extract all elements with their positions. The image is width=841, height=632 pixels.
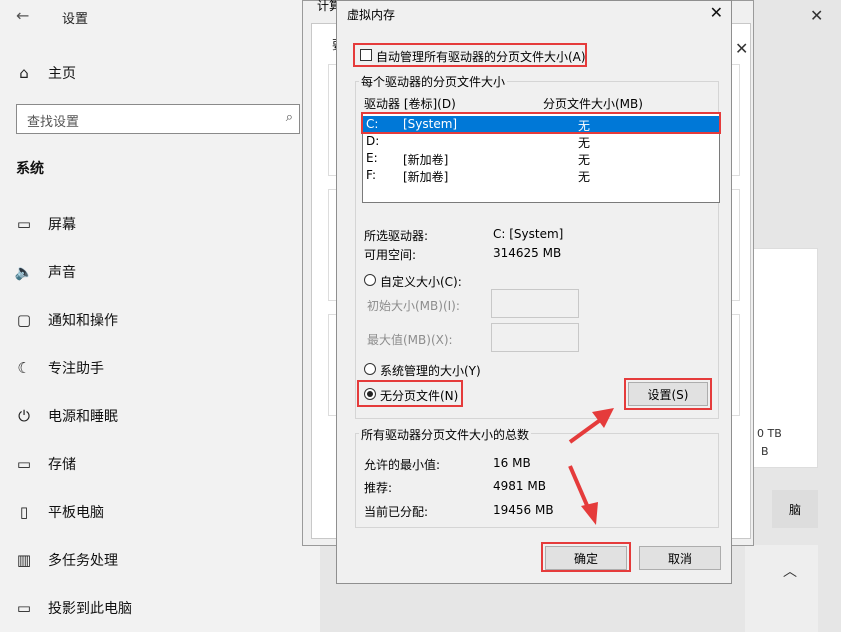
annotation-arrows — [568, 408, 614, 525]
arrow-to-ok-head — [581, 502, 598, 525]
arrow-to-ok-line — [568, 465, 591, 511]
arrow-to-set-line — [568, 416, 605, 444]
